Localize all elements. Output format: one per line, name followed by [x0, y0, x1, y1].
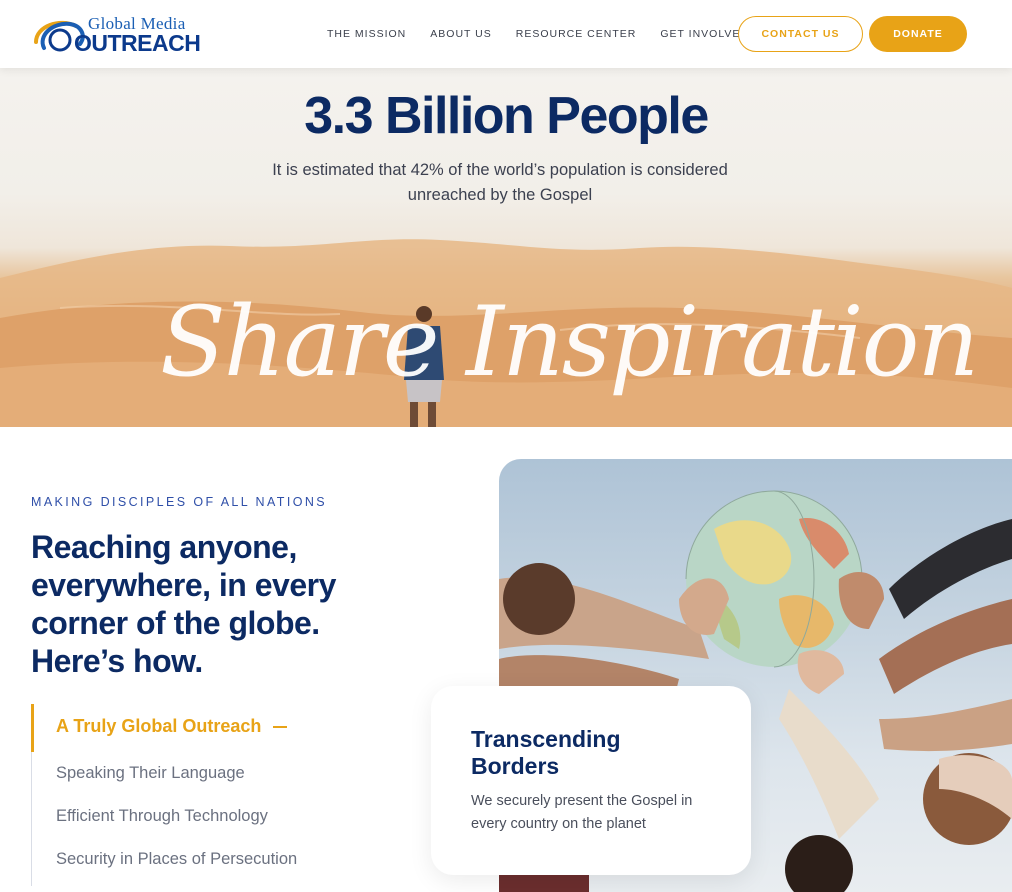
contact-us-button[interactable]: CONTACT US [738, 16, 863, 52]
tab-security-persecution[interactable]: Security in Places of Persecution [56, 850, 297, 869]
main-nav: THE MISSION ABOUT US RESOURCE CENTER GET… [327, 28, 749, 40]
nav-item-about-us[interactable]: ABOUT US [430, 28, 491, 40]
tab-efficient-through-technology[interactable]: Efficient Through Technology [56, 807, 268, 826]
tab-global-outreach[interactable]: A Truly Global Outreach [56, 716, 288, 737]
section-eyebrow: MAKING DISCIPLES OF ALL NATIONS [31, 495, 327, 509]
share-inspiration-script: Share Inspiration [160, 286, 979, 398]
hero-subtitle: It is estimated that 42% of the world’s … [272, 161, 728, 204]
feature-tab-list: A Truly Global Outreach Speaking Their L… [31, 704, 391, 886]
nav-item-the-mission[interactable]: THE MISSION [327, 28, 406, 40]
section-heading: Reaching anyone, everywhere, in every co… [31, 529, 336, 679]
hero-title: 3.3 Billion People [304, 87, 709, 145]
tab-speaking-their-language[interactable]: Speaking Their Language [56, 764, 245, 783]
site-logo[interactable]: Global Media OUTREACH [30, 12, 201, 56]
tab-label: A Truly Global Outreach [56, 716, 262, 736]
active-dash-icon [273, 726, 288, 729]
transcending-borders-card: Transcending Borders We securely present… [431, 686, 751, 875]
donate-button[interactable]: DONATE [869, 16, 967, 52]
logo-text-outreach: OUTREACH [74, 30, 201, 56]
card-text: We securely present the Gospel in every … [471, 793, 693, 832]
nav-item-resource-center[interactable]: RESOURCE CENTER [516, 28, 637, 40]
active-indicator-bar [31, 704, 34, 752]
hero-section: 3.3 Billion People It is estimated that … [0, 68, 1012, 427]
nav-item-get-involved[interactable]: GET INVOLVED [660, 28, 749, 40]
site-header: Global Media OUTREACH THE MISSION ABOUT … [0, 0, 1012, 68]
card-title: Transcending Borders [471, 726, 621, 779]
